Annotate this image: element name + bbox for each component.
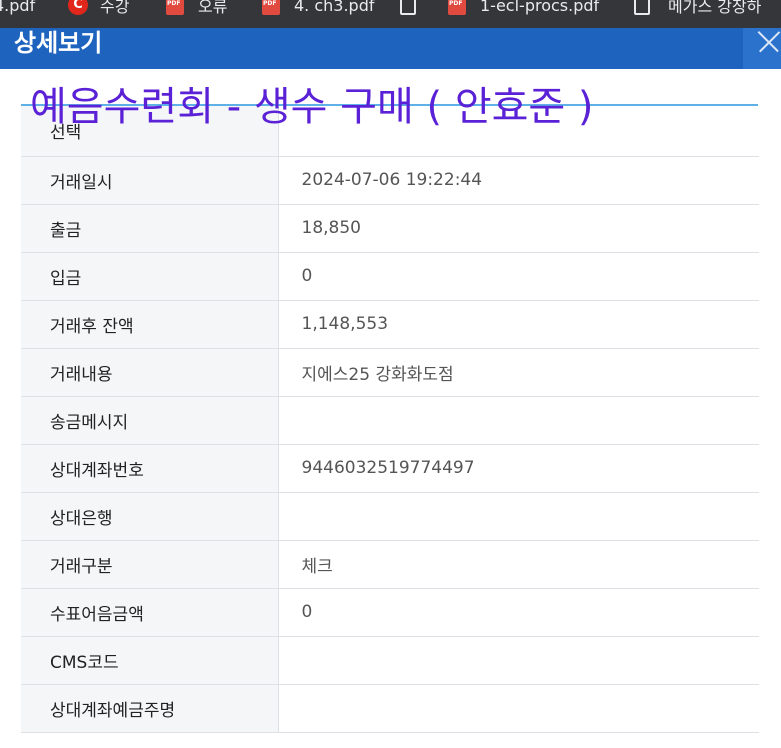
row-label: 입금 — [21, 252, 279, 301]
bookmark-label: 오류 — [198, 0, 228, 16]
c-logo-icon: C — [68, 0, 88, 15]
table-row: 출금 18,850 — [21, 204, 759, 253]
page-icon — [634, 0, 650, 15]
pdf-file-icon — [448, 0, 466, 15]
row-value — [278, 396, 759, 445]
page-icon — [400, 0, 416, 15]
bookmark-item[interactable]: 4.pdf — [0, 0, 35, 19]
row-value — [278, 684, 759, 733]
table-row: 거래후 잔액 1,148,553 — [21, 300, 759, 349]
row-value: 1,148,553 — [278, 300, 759, 349]
row-value: 0 — [278, 588, 759, 637]
row-label: 상대은행 — [21, 492, 279, 541]
row-label: 거래일시 — [21, 156, 279, 205]
bookmark-label: 1-ecl-procs.pdf — [480, 0, 600, 15]
table-row: 선택 — [21, 106, 759, 157]
bookmark-label: 4. ch3.pdf — [294, 0, 375, 15]
row-label: 선택 — [21, 106, 279, 157]
table-row: 상대은행 — [21, 492, 759, 541]
table-row: 거래구분 체크 — [21, 540, 759, 589]
table-row: 상대계좌예금주명 — [21, 684, 759, 733]
row-label: 출금 — [21, 204, 279, 253]
table-row: 거래내용 지에스25 강화화도점 — [21, 348, 759, 397]
row-value — [278, 492, 759, 541]
row-label: 거래후 잔액 — [21, 300, 279, 349]
modal-title: 상세보기 — [14, 29, 103, 57]
bookmark-item[interactable]: C 수강 — [68, 0, 129, 19]
bookmark-item[interactable]: 메가스 강장하 — [634, 0, 761, 19]
row-label: 송금메시지 — [21, 396, 279, 445]
modal-header: 상세보기 — [0, 28, 781, 69]
close-button[interactable] — [743, 28, 781, 69]
row-value: 0 — [278, 252, 759, 301]
row-value: 체크 — [278, 540, 759, 589]
row-value — [278, 636, 759, 685]
pdf-file-icon — [262, 0, 280, 15]
row-value — [278, 106, 759, 157]
detail-table: 선택 거래일시 2024-07-06 19:22:44 출금 18,850 입금… — [21, 106, 759, 733]
table-row: CMS코드 — [21, 636, 759, 685]
table-row: 상대계좌번호 9446032519774497 — [21, 444, 759, 493]
bookmarks-bar: 4.pdf C 수강 오류 4. ch3.pdf 1-ecl-procs.pdf… — [0, 0, 781, 28]
table-row: 송금메시지 — [21, 396, 759, 445]
row-value: 18,850 — [278, 204, 759, 253]
row-value: 지에스25 강화화도점 — [278, 348, 759, 397]
bookmark-label: 수강 — [100, 0, 130, 16]
table-row: 거래일시 2024-07-06 19:22:44 — [21, 156, 759, 205]
row-label: 상대계좌번호 — [21, 444, 279, 493]
table-row: 수표어음금액 0 — [21, 588, 759, 637]
pdf-file-icon — [166, 0, 184, 15]
bookmark-item[interactable]: 1-ecl-procs.pdf — [448, 0, 599, 19]
bookmark-label: 4.pdf — [0, 0, 36, 15]
row-label: CMS코드 — [21, 636, 279, 685]
bookmark-item[interactable] — [400, 0, 434, 19]
row-value: 9446032519774497 — [278, 444, 759, 493]
row-label: 거래내용 — [21, 348, 279, 397]
table-row: 입금 0 — [21, 252, 759, 301]
row-label: 거래구분 — [21, 540, 279, 589]
bookmark-item[interactable]: 4. ch3.pdf — [262, 0, 375, 19]
row-label: 상대계좌예금주명 — [21, 684, 279, 733]
bookmark-item[interactable]: 오류 — [166, 0, 227, 19]
row-value: 2024-07-06 19:22:44 — [278, 156, 759, 205]
row-label: 수표어음금액 — [21, 588, 279, 637]
bookmark-label: 메가스 강장하 — [668, 0, 762, 16]
